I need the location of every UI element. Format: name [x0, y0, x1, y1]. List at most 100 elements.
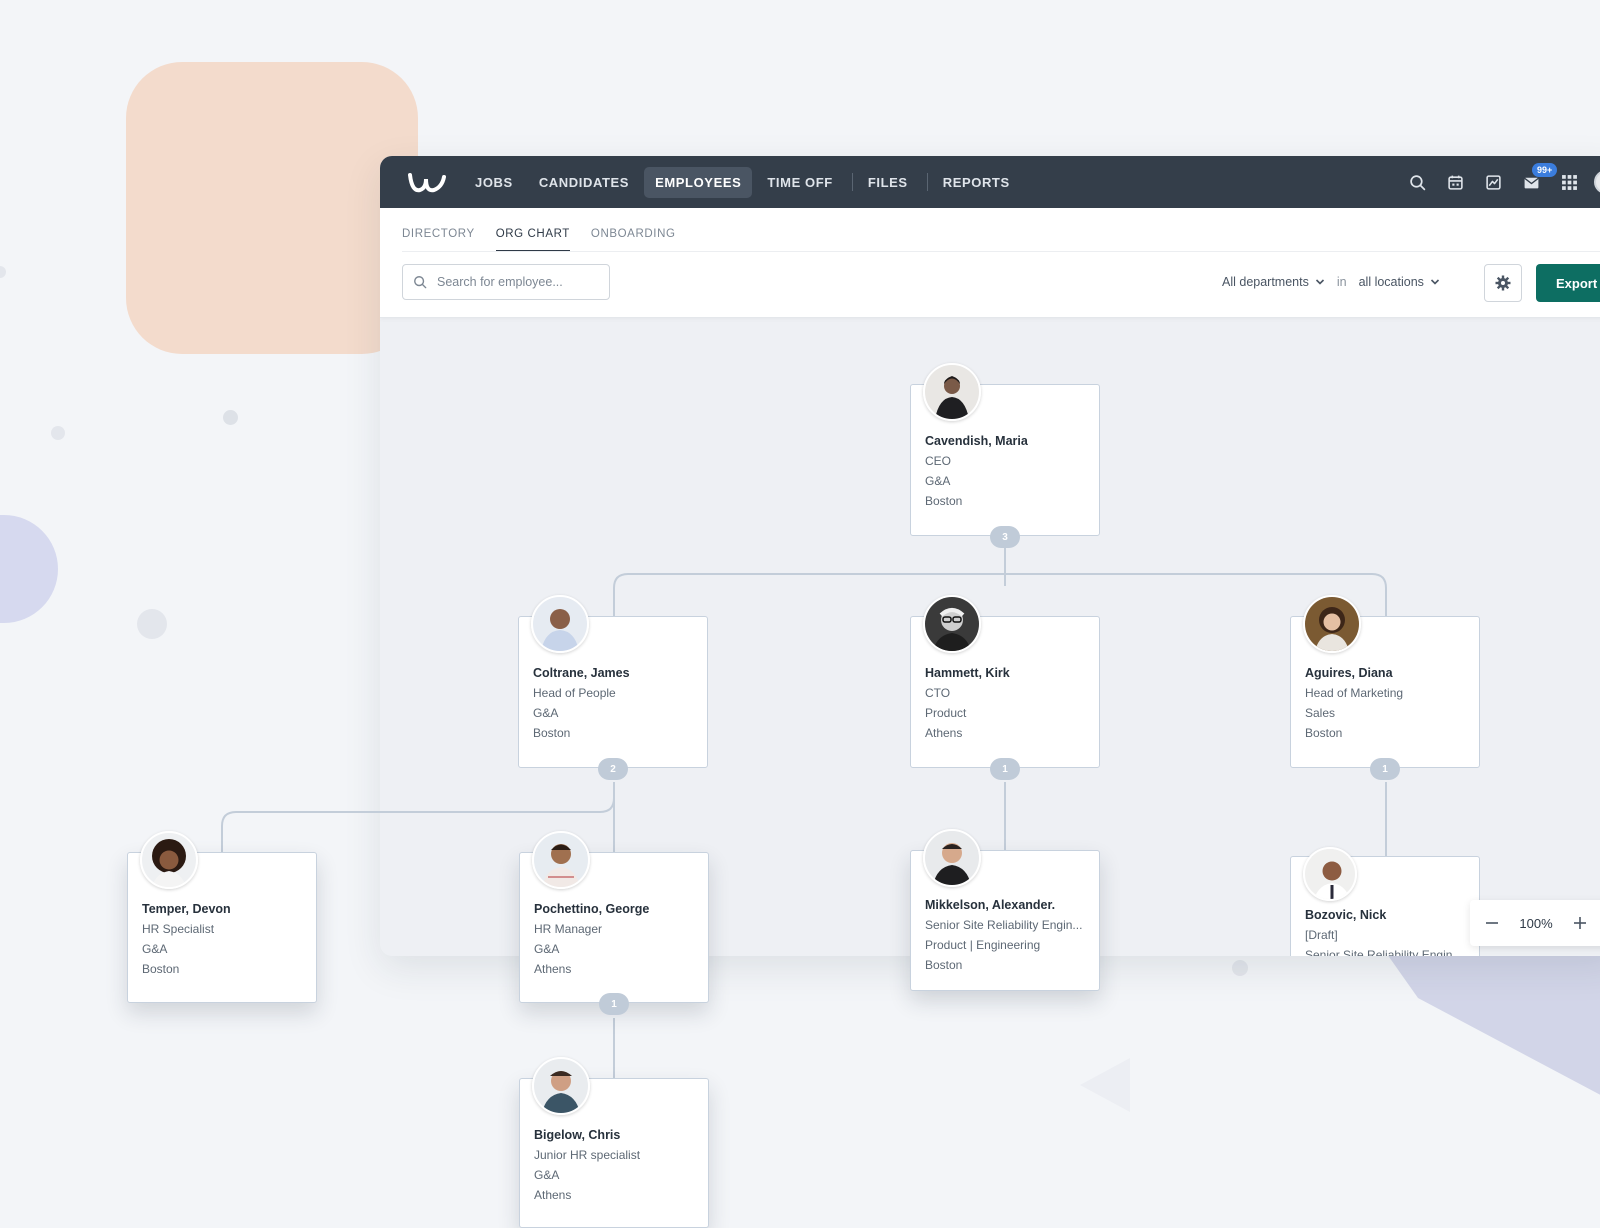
avatar	[923, 595, 981, 653]
decorative-triangle	[1080, 1058, 1130, 1112]
employee-location: Athens	[534, 962, 572, 976]
department-dropdown[interactable]: All departments	[1222, 275, 1325, 289]
employee-name: Bozovic, Nick	[1305, 908, 1387, 922]
toolbar-panel: DIRECTORY ORG CHART ONBOARDING All depar…	[380, 208, 1600, 318]
zoom-in-button[interactable]	[1558, 900, 1600, 946]
plus-icon	[1574, 917, 1586, 929]
analytics-icon[interactable]	[1474, 156, 1512, 208]
employee-department: G&A	[534, 1168, 560, 1182]
card-details: Coltrane, James Head of People G&A Bosto…	[533, 663, 697, 743]
avatar	[923, 363, 981, 421]
avatar	[1303, 847, 1357, 901]
chevron-down-icon	[1430, 279, 1439, 285]
employee-search[interactable]	[402, 264, 610, 300]
employee-name: Hammett, Kirk	[925, 666, 1010, 680]
employee-department: G&A	[925, 474, 951, 488]
minus-icon	[1486, 922, 1498, 924]
sub-tabs: DIRECTORY ORG CHART ONBOARDING	[402, 208, 697, 252]
reports-count-badge[interactable]: 1	[1370, 758, 1400, 780]
department-dropdown-label: All departments	[1222, 275, 1309, 289]
card-details: Cavendish, Maria CEO G&A Boston	[925, 431, 1089, 511]
reports-count-badge[interactable]: 3	[990, 526, 1020, 548]
employee-location: Boston	[925, 958, 963, 972]
nav-jobs[interactable]: JOBS	[464, 167, 524, 198]
nav-files[interactable]: FILES	[857, 167, 919, 198]
nav-time-off[interactable]: TIME OFF	[756, 167, 843, 198]
tabs-divider	[402, 251, 1600, 252]
clip-region: Bozovic, Nick [Draft] Senior Site Reliab…	[1280, 828, 1480, 956]
filter-bar: All departments in all locations	[1222, 264, 1440, 300]
zoom-out-button[interactable]	[1470, 900, 1514, 946]
card-details: Pochettino, George HR Manager G&A Athens	[534, 899, 698, 979]
employee-department: Product | Engineering	[925, 938, 1041, 952]
location-dropdown[interactable]: all locations	[1359, 275, 1440, 289]
org-card-mikkelson[interactable]: Mikkelson, Alexander. Senior Site Reliab…	[910, 829, 1100, 991]
employee-title: Junior HR specialist	[534, 1148, 641, 1162]
employee-location: Athens	[925, 726, 963, 740]
top-nav-bar: JOBS CANDIDATES EMPLOYEES TIME OFF FILES…	[380, 156, 1600, 208]
inbox-icon[interactable]: 99+	[1512, 156, 1558, 208]
avatar	[1303, 595, 1361, 653]
search-icon	[414, 276, 427, 289]
employee-location: Boston	[1305, 726, 1343, 740]
apps-grid-icon[interactable]	[1550, 156, 1588, 208]
employee-name: Bigelow, Chris	[534, 1128, 621, 1142]
tab-onboarding[interactable]: ONBOARDING	[591, 228, 676, 252]
employee-draft-status: [Draft]	[1305, 928, 1338, 942]
org-card-coltrane[interactable]: Coltrane, James Head of People G&A Bosto…	[518, 595, 708, 780]
decorative-dot	[223, 410, 238, 425]
decorative-half-circle	[0, 515, 58, 623]
org-card-pochettino[interactable]: Pochettino, George HR Manager G&A Athens…	[519, 831, 709, 1015]
employee-location: Athens	[534, 1188, 572, 1202]
card-details: Aguires, Diana Head of Marketing Sales B…	[1305, 663, 1469, 743]
org-card-hammett[interactable]: Hammett, Kirk CTO Product Athens 1	[910, 595, 1100, 780]
employee-title: Senior Site Reliability Engin...	[1305, 948, 1463, 956]
reports-count-badge[interactable]: 1	[599, 993, 629, 1015]
export-button[interactable]: Export	[1536, 264, 1600, 302]
tab-directory[interactable]: DIRECTORY	[402, 228, 475, 252]
avatar	[532, 831, 590, 889]
card-details: Hammett, Kirk CTO Product Athens	[925, 663, 1089, 743]
nav-employees[interactable]: EMPLOYEES	[644, 166, 753, 198]
search-input[interactable]	[435, 274, 589, 290]
employee-name: Temper, Devon	[142, 902, 231, 916]
filter-connector-text: in	[1336, 275, 1347, 289]
user-avatar[interactable]	[1594, 170, 1600, 194]
decorative-dot	[51, 426, 65, 440]
card-details: Bozovic, Nick [Draft] Senior Site Reliab…	[1305, 905, 1469, 956]
location-dropdown-label: all locations	[1358, 275, 1424, 289]
employee-title: HR Manager	[534, 922, 603, 936]
tab-org-chart[interactable]: ORG CHART	[495, 228, 570, 252]
nav-reports[interactable]: REPORTS	[932, 167, 1021, 198]
decorative-dot	[1232, 960, 1248, 976]
employee-department: G&A	[533, 706, 559, 720]
top-icon-group: 99+	[1398, 156, 1600, 208]
employee-name: Cavendish, Maria	[925, 434, 1028, 448]
chevron-down-icon	[1315, 279, 1324, 285]
employee-department: G&A	[142, 942, 168, 956]
org-card-bozovic[interactable]: Bozovic, Nick [Draft] Senior Site Reliab…	[1290, 847, 1480, 956]
employee-title: CEO	[925, 454, 952, 468]
calendar-icon[interactable]	[1436, 156, 1474, 208]
search-icon[interactable]	[1398, 156, 1436, 208]
org-card-bigelow[interactable]: Bigelow, Chris Junior HR specialist G&A …	[519, 1057, 709, 1228]
employee-name: Coltrane, James	[533, 666, 630, 680]
avatar	[532, 1057, 590, 1115]
employee-location: Boston	[925, 494, 963, 508]
reports-count-badge[interactable]: 1	[990, 758, 1020, 780]
settings-button[interactable]	[1484, 264, 1522, 302]
org-card-aguires[interactable]: Aguires, Diana Head of Marketing Sales B…	[1290, 595, 1480, 780]
employee-title: CTO	[925, 686, 951, 700]
reports-count-badge[interactable]: 2	[598, 758, 628, 780]
org-card-temper[interactable]: Temper, Devon HR Specialist G&A Boston	[127, 831, 317, 1003]
employee-title: Head of Marketing	[1305, 686, 1404, 700]
org-card-cavendish[interactable]: Cavendish, Maria CEO G&A Boston 3	[910, 363, 1100, 548]
workable-logo-icon[interactable]	[406, 167, 450, 197]
decorative-dot	[0, 266, 6, 278]
employee-title: Senior Site Reliability Engin...	[925, 918, 1083, 932]
nav-candidates[interactable]: CANDIDATES	[528, 167, 640, 198]
avatar	[531, 595, 589, 653]
gear-icon	[1495, 275, 1511, 291]
zoom-level: 100%	[1519, 915, 1553, 931]
employee-name: Mikkelson, Alexander.	[925, 898, 1056, 912]
